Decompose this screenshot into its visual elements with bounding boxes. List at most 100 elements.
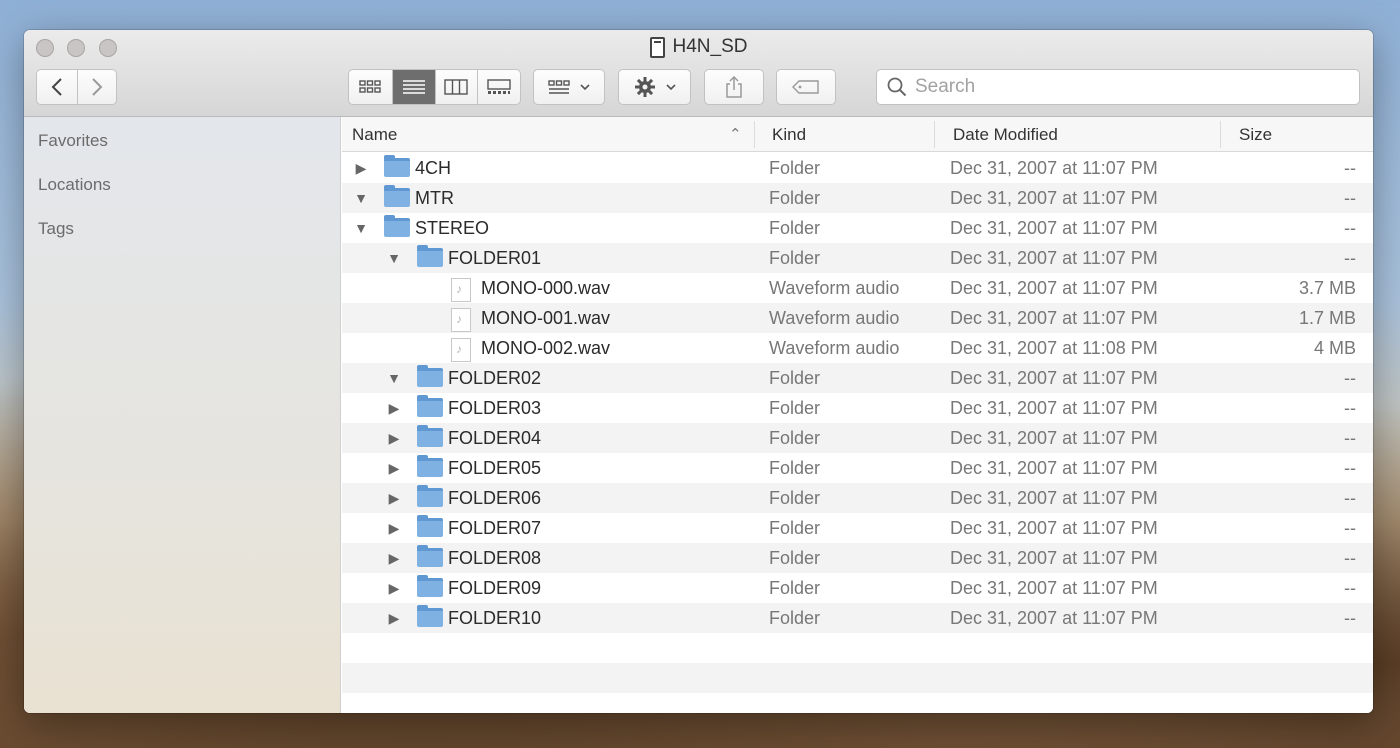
- forward-button[interactable]: [76, 70, 117, 104]
- sort-ascending-icon: ⌃: [729, 126, 742, 143]
- table-row[interactable]: ▼ MTR Folder Dec 31, 2007 at 11:07 PM --: [342, 183, 1373, 213]
- column-divider[interactable]: [934, 121, 935, 148]
- table-row[interactable]: ▶ FOLDER08 Folder Dec 31, 2007 at 11:07 PM -…: [342, 543, 1373, 573]
- chevron-right-icon: [92, 78, 103, 96]
- file-size: --: [1344, 428, 1356, 448]
- table-row[interactable]: ▶ FOLDER09 Folder Dec 31, 2007 at 11:07 PM -…: [342, 573, 1373, 603]
- file-name: FOLDER09: [448, 578, 542, 598]
- table-row[interactable]: ▶ FOLDER03 Folder Dec 31, 2007 at 11:07 PM -…: [342, 393, 1373, 423]
- column-header-date-modified[interactable]: Date Modified: [953, 125, 1058, 145]
- file-date-modified: Dec 31, 2007 at 11:07 PM: [950, 548, 1158, 568]
- arrange-menu-button[interactable]: [533, 69, 605, 105]
- file-name: FOLDER06: [448, 488, 542, 508]
- file-size: --: [1344, 248, 1356, 268]
- file-kind: Folder: [769, 218, 821, 238]
- disclosure-expanded-icon[interactable]: ▼: [387, 370, 401, 386]
- table-row[interactable]: ▼ STEREO Folder Dec 31, 2007 at 11:07 PM --: [342, 213, 1373, 243]
- column-divider[interactable]: [754, 121, 755, 148]
- file-kind: Folder: [769, 368, 821, 388]
- table-row[interactable]: MONO-002.wav Waveform audio Dec 31, 2007 a…: [342, 333, 1373, 363]
- list-view-button[interactable]: [391, 70, 435, 104]
- navigation-buttons: [36, 69, 117, 105]
- disclosure-expanded-icon[interactable]: ▼: [354, 190, 368, 206]
- file-kind: Folder: [769, 608, 821, 628]
- file-size: --: [1344, 488, 1356, 508]
- file-date-modified: Dec 31, 2007 at 11:07 PM: [950, 218, 1158, 238]
- gear-icon: [634, 77, 655, 97]
- column-header-kind[interactable]: Kind: [772, 125, 806, 145]
- list-icon: [402, 80, 425, 94]
- file-size: --: [1344, 188, 1356, 208]
- file-size: --: [1344, 548, 1356, 568]
- table-row[interactable]: ▶ FOLDER04 Folder Dec 31, 2007 at 11:07 PM -…: [342, 423, 1373, 453]
- folder-icon: [384, 155, 410, 177]
- share-icon: [726, 76, 742, 98]
- column-divider[interactable]: [1220, 121, 1221, 148]
- folder-icon: [417, 365, 443, 387]
- disclosure-collapsed-icon[interactable]: ▶: [387, 520, 401, 537]
- disclosure-collapsed-icon[interactable]: ▶: [387, 430, 401, 447]
- sidebar-section-tags[interactable]: Tags: [38, 219, 74, 239]
- audio-file-icon: [451, 308, 471, 332]
- table-row[interactable]: ▼ FOLDER01 Folder Dec 31, 2007 at 11:07 PM -…: [342, 243, 1373, 273]
- disclosure-collapsed-icon[interactable]: ▶: [387, 460, 401, 477]
- search-field[interactable]: [876, 69, 1360, 105]
- empty-row: [342, 663, 1373, 693]
- table-row[interactable]: ▶ FOLDER07 Folder Dec 31, 2007 at 11:07 PM -…: [342, 513, 1373, 543]
- disclosure-expanded-icon[interactable]: ▼: [354, 220, 368, 236]
- file-name: FOLDER03: [448, 398, 542, 418]
- table-row[interactable]: MONO-001.wav Waveform audio Dec 31, 2007 a…: [342, 303, 1373, 333]
- file-kind: Folder: [769, 578, 821, 598]
- file-size: --: [1344, 218, 1356, 238]
- table-row[interactable]: ▶ 4CH Folder Dec 31, 2007 at 11:07 PM --: [342, 153, 1373, 183]
- table-row[interactable]: ▶ FOLDER10 Folder Dec 31, 2007 at 11:07 PM -…: [342, 603, 1373, 633]
- file-name: FOLDER08: [448, 548, 542, 568]
- file-kind: Folder: [769, 248, 821, 268]
- gallery-icon: [487, 79, 511, 94]
- disclosure-collapsed-icon[interactable]: ▶: [387, 400, 401, 417]
- file-date-modified: Dec 31, 2007 at 11:07 PM: [950, 608, 1158, 628]
- column-view-button[interactable]: [434, 70, 478, 104]
- file-kind: Folder: [769, 458, 821, 478]
- file-name: MONO-000.wav: [481, 278, 611, 298]
- disclosure-collapsed-icon[interactable]: ▶: [387, 490, 401, 507]
- disclosure-collapsed-icon[interactable]: ▶: [387, 610, 401, 627]
- column-header-size[interactable]: Size: [1239, 125, 1272, 145]
- table-row[interactable]: ▶ FOLDER06 Folder Dec 31, 2007 at 11:07 PM -…: [342, 483, 1373, 513]
- table-row[interactable]: ▶ FOLDER05 Folder Dec 31, 2007 at 11:07 PM -…: [342, 453, 1373, 483]
- file-date-modified: Dec 31, 2007 at 11:07 PM: [950, 398, 1158, 418]
- file-size: --: [1344, 158, 1356, 178]
- sidebar-section-locations[interactable]: Locations: [38, 175, 111, 195]
- file-kind: Folder: [769, 428, 821, 448]
- table-row[interactable]: MONO-000.wav Waveform audio Dec 31, 2007 a…: [342, 273, 1373, 303]
- gallery-view-button[interactable]: [477, 70, 520, 104]
- file-date-modified: Dec 31, 2007 at 11:07 PM: [950, 188, 1158, 208]
- disclosure-collapsed-icon[interactable]: ▶: [387, 550, 401, 567]
- icon-view-button[interactable]: [349, 70, 392, 104]
- share-button[interactable]: [704, 69, 764, 105]
- folder-icon: [417, 395, 443, 417]
- folder-icon: [417, 545, 443, 567]
- search-input[interactable]: [915, 76, 1315, 98]
- toolbar: H4N_SD: [24, 30, 1373, 117]
- disclosure-expanded-icon[interactable]: ▼: [387, 250, 401, 266]
- table-row[interactable]: ▼ FOLDER02 Folder Dec 31, 2007 at 11:07 PM -…: [342, 363, 1373, 393]
- edit-tags-button[interactable]: [776, 69, 836, 105]
- file-kind: Waveform audio: [769, 338, 900, 358]
- disclosure-collapsed-icon[interactable]: ▶: [354, 160, 368, 177]
- chevron-left-icon: [51, 78, 62, 96]
- action-menu-button[interactable]: [618, 69, 691, 105]
- file-size: 1.7 MB: [1298, 308, 1356, 328]
- folder-icon: [417, 455, 443, 477]
- file-kind: Folder: [769, 158, 821, 178]
- file-date-modified: Dec 31, 2007 at 11:07 PM: [950, 368, 1158, 388]
- empty-row: [342, 693, 1373, 713]
- back-button[interactable]: [37, 70, 77, 104]
- disclosure-collapsed-icon[interactable]: ▶: [387, 580, 401, 597]
- file-kind: Waveform audio: [769, 308, 900, 328]
- column-header-name[interactable]: Name: [352, 125, 397, 145]
- file-name: 4CH: [415, 158, 452, 178]
- empty-row: [342, 633, 1373, 663]
- sidebar-section-favorites[interactable]: Favorites: [38, 131, 108, 151]
- file-date-modified: Dec 31, 2007 at 11:07 PM: [950, 578, 1158, 598]
